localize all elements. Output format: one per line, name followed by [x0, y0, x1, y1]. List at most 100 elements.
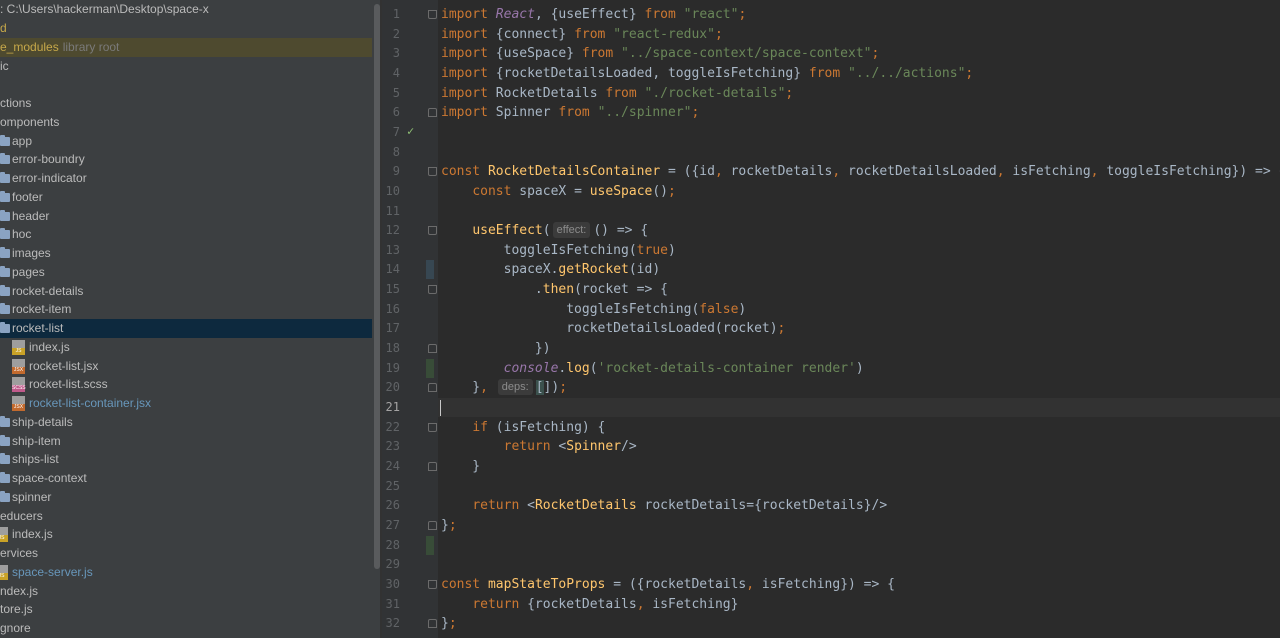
fold-marker-icon[interactable] — [428, 108, 437, 118]
tree-item[interactable]: ervices — [0, 544, 372, 563]
tree-folder[interactable]: rocket-item — [0, 300, 372, 319]
fold-marker-icon[interactable] — [428, 619, 437, 629]
tree-folder[interactable]: error-indicator — [0, 169, 372, 188]
code-line[interactable]: useEffect(effect:() => { — [441, 221, 648, 240]
tree-item[interactable]: ic — [0, 57, 372, 76]
line-number: 12 — [385, 223, 400, 238]
code-line[interactable]: console.log('rocket-details-container re… — [441, 359, 864, 378]
tree-item[interactable]: ctions — [0, 94, 372, 113]
fold-marker-icon[interactable] — [428, 422, 437, 432]
code-line[interactable]: import {useSpace} from "../space-context… — [441, 44, 879, 63]
project-root-path[interactable]: : C:\Users\hackerman\Desktop\space-x — [0, 0, 372, 19]
tree-folder[interactable]: app — [0, 132, 372, 151]
tree-item[interactable]: omponents — [0, 113, 372, 132]
tree-folder[interactable]: space-context — [0, 469, 372, 488]
code-line[interactable]: }, deps: []); — [441, 378, 567, 397]
code-line[interactable]: toggleIsFetching(false) — [441, 300, 746, 319]
tree-item[interactable]: e_modules library root — [0, 37, 372, 57]
file-type-badge: JS — [12, 347, 25, 355]
code-line[interactable]: }) — [441, 339, 551, 358]
code-line[interactable]: import RocketDetails from "./rocket-deta… — [441, 84, 793, 103]
code-line[interactable]: .then(rocket => { — [441, 280, 668, 299]
tree-item-label: e_modules — [0, 39, 59, 54]
tree-file[interactable]: JS space-server.js — [0, 563, 372, 582]
code-line[interactable]: return <Spinner/> — [441, 437, 637, 456]
tree-folder[interactable]: images — [0, 244, 372, 263]
fold-marker-icon[interactable] — [428, 520, 437, 530]
code-token: getRocket — [558, 262, 629, 278]
code-line[interactable]: spaceX.getRocket(id) — [441, 260, 661, 279]
code-line[interactable]: toggleIsFetching(true) — [441, 241, 676, 260]
tree-file[interactable]: JSX rocket-list.jsx — [0, 357, 372, 376]
tree-folder[interactable]: error-boundry — [0, 150, 372, 169]
line-number: 20 — [385, 380, 400, 395]
code-line[interactable]: }; — [441, 614, 457, 633]
line-number: 22 — [385, 419, 400, 434]
code-line[interactable]: return {rocketDetails, isFetching} — [441, 595, 738, 614]
added-line-marker[interactable] — [426, 358, 434, 378]
project-root-label: : C:\Users\hackerman\Desktop\space-x — [0, 2, 209, 16]
code-token: RocketDetails — [534, 498, 645, 514]
tree-folder[interactable]: footer — [0, 188, 372, 207]
tree-folder[interactable]: header — [0, 207, 372, 226]
line-number: 9 — [392, 164, 400, 179]
tree-item-label: gnore — [0, 621, 31, 635]
tree-item[interactable]: tore.js — [0, 600, 372, 619]
code-token: , — [746, 576, 762, 592]
tree-item[interactable]: gnore — [0, 619, 372, 638]
code-line[interactable]: const spaceX = useSpace(); — [441, 182, 676, 201]
code-token: true — [636, 242, 668, 258]
tree-item[interactable] — [0, 75, 372, 94]
tree-folder[interactable]: spinner — [0, 488, 372, 507]
tree-item-label: hoc — [12, 227, 32, 242]
tree-folder[interactable]: ship-item — [0, 432, 372, 451]
fold-marker-icon[interactable] — [428, 383, 437, 393]
code-line[interactable]: }; — [441, 516, 457, 535]
added-line-marker[interactable] — [426, 535, 434, 555]
tree-folder[interactable]: rocket-list — [0, 319, 372, 338]
code-line[interactable]: import {rocketDetailsLoaded, toggleIsFet… — [441, 64, 973, 83]
line-number: 2 — [392, 26, 400, 41]
code-line[interactable]: const RocketDetailsContainer = ({id, roc… — [441, 162, 1280, 181]
fold-marker-icon[interactable] — [428, 285, 437, 295]
line-number: 17 — [385, 321, 400, 336]
code-line[interactable]: if (isFetching) { — [441, 418, 605, 437]
fold-marker-icon[interactable] — [428, 461, 437, 471]
fold-marker-icon[interactable] — [428, 344, 437, 354]
line-number: 14 — [385, 262, 400, 277]
fold-marker-icon[interactable] — [428, 226, 437, 236]
code-token: import — [441, 7, 496, 22]
code-line[interactable]: import Spinner from "../spinner"; — [441, 103, 699, 122]
tree-item[interactable]: educers — [0, 507, 372, 526]
fold-marker-icon[interactable] — [428, 167, 437, 177]
code-line[interactable]: } — [441, 457, 480, 476]
tree-item-label: rocket-item — [12, 302, 72, 317]
code-line[interactable]: import React, {useEffect} from "react"; — [441, 5, 746, 24]
tree-folder[interactable]: pages — [0, 263, 372, 282]
tree-file[interactable]: JSX rocket-list-container.jsx — [0, 394, 372, 413]
code-token: spaceX. — [441, 262, 559, 278]
tree-folder[interactable]: rocket-details — [0, 282, 372, 301]
folder-icon — [0, 472, 10, 483]
tree-item[interactable]: d — [0, 19, 372, 38]
code-line[interactable]: rocketDetailsLoaded(rocket); — [441, 319, 785, 338]
fold-marker-icon[interactable] — [428, 579, 437, 589]
code-line[interactable]: return <RocketDetails rocketDetails={roc… — [441, 496, 887, 515]
modified-line-marker[interactable] — [426, 260, 434, 280]
tree-file[interactable]: SCSS rocket-list.scss — [0, 375, 372, 394]
line-number: 5 — [392, 85, 400, 100]
tree-file[interactable]: JS index.js — [0, 525, 372, 544]
tree-folder[interactable]: ships-list — [0, 450, 372, 469]
tree-folder[interactable]: ship-details — [0, 413, 372, 432]
code-token: }) — [441, 341, 551, 357]
code-line[interactable]: const mapStateToProps = ({rocketDetails,… — [441, 575, 895, 594]
folder-icon — [0, 209, 10, 221]
tree-folder[interactable]: hoc — [0, 225, 372, 244]
tree-file[interactable]: JS index.js — [0, 338, 372, 357]
line-number: 32 — [385, 616, 400, 631]
code-token: {rocketDetailsLoaded, toggleIsFetching} — [495, 65, 809, 81]
fold-marker-icon[interactable] — [428, 10, 437, 19]
tree-item[interactable]: ndex.js — [0, 582, 372, 601]
code-line[interactable]: import {connect} from "react-redux"; — [441, 25, 723, 44]
